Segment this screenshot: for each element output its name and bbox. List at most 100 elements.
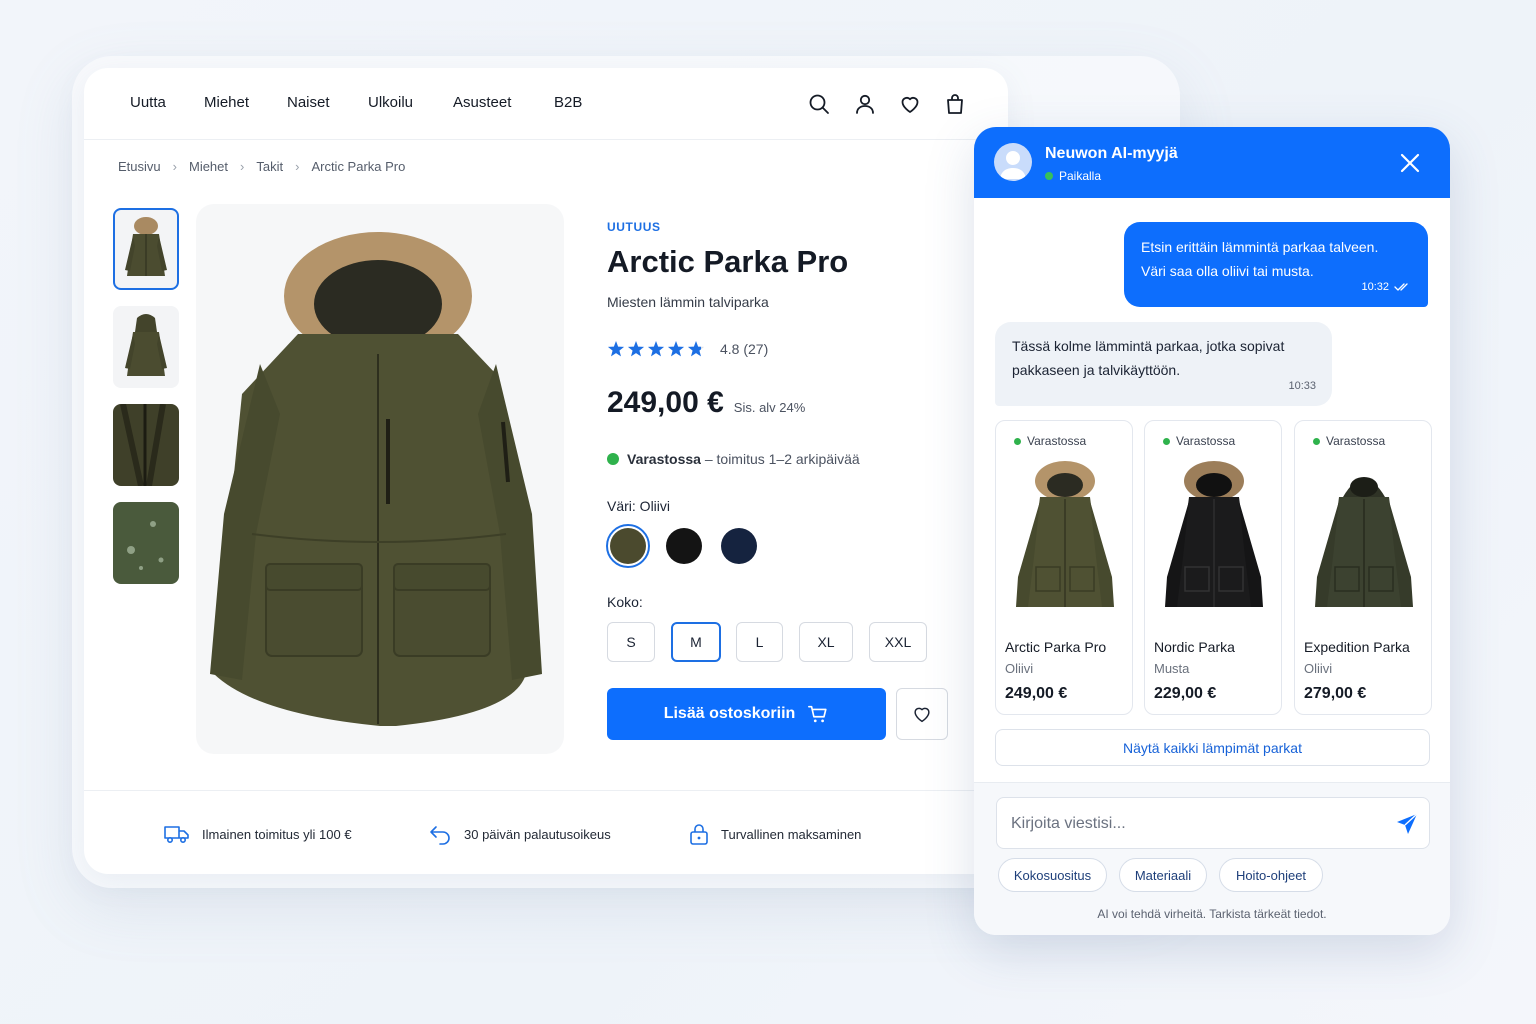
- product-title: Arctic Parka Pro: [607, 244, 849, 279]
- nav-item-naiset[interactable]: Naiset: [287, 94, 330, 111]
- in-stock-dot-icon: [1313, 437, 1320, 445]
- product-card-color: Oliivi: [1304, 661, 1333, 676]
- product-card-image: [1165, 461, 1263, 607]
- star-icon: [607, 341, 625, 357]
- product-card-price: 279,00 €: [1304, 685, 1367, 702]
- product-subtitle: Miesten lämmin talviparka: [607, 294, 769, 310]
- stock-status: Varastossa – toimitus 1–2 arkipäivää: [607, 451, 860, 467]
- color-swatch-black[interactable]: [666, 528, 702, 564]
- suggestion-chip-care-instructions[interactable]: Hoito-ohjeet: [1219, 858, 1323, 892]
- assistant-message-time: 10:33: [1288, 380, 1316, 392]
- chat-title: Neuwon AI-myyjä: [1045, 145, 1178, 162]
- product-card-color: Oliivi: [1005, 661, 1034, 676]
- product-main-image: [196, 204, 564, 754]
- feature-bar: Ilmainen toimitus yli 100 € 30 päivän pa…: [84, 790, 1008, 874]
- nav-item-b2b[interactable]: B2B: [554, 94, 582, 111]
- close-icon[interactable]: [1398, 151, 1422, 175]
- user-message-line-1: Etsin erittäin lämmintä parkaa talveen.: [1141, 239, 1379, 255]
- star-icon: [667, 341, 685, 357]
- send-icon[interactable]: [1395, 812, 1419, 836]
- ai-disclaimer: AI voi tehdä virheitä. Tarkista tärkeät …: [1097, 907, 1327, 921]
- product-card-arctic-parka-pro[interactable]: Varastossa Arctic Parka Pro Oliivi 249,0…: [995, 420, 1133, 715]
- chat-status: Paikalla: [1045, 169, 1101, 183]
- feature-returns: 30 päivän palautusoikeus: [428, 823, 611, 845]
- truck-icon: [164, 826, 189, 844]
- user-message-meta: 10:32: [1361, 275, 1412, 299]
- product-card-stock: Varastossa: [1313, 434, 1385, 448]
- thumbnail-back[interactable]: [113, 306, 179, 388]
- user-message-time: 10:32: [1361, 281, 1389, 293]
- breadcrumb-miehet[interactable]: Miehet: [189, 159, 228, 174]
- color-swatch-olive[interactable]: [610, 528, 646, 564]
- feature-returns-label: 30 päivän palautusoikeus: [464, 826, 611, 842]
- cart-icon: [808, 705, 827, 723]
- delivery-text: – toimitus 1–2 arkipäivää: [704, 451, 860, 467]
- stock-label: Varastossa: [627, 451, 701, 467]
- product-card-price: 249,00 €: [1005, 685, 1068, 702]
- chevron-right-icon: ›: [172, 159, 177, 174]
- product-page: Uutta Miehet Naiset Ulkoilu Asusteet B2B…: [84, 68, 1008, 874]
- product-card-image: [1315, 477, 1413, 607]
- nav-item-ulkoilu[interactable]: Ulkoilu: [368, 94, 413, 111]
- chevron-right-icon: ›: [240, 159, 245, 174]
- return-arrow-icon: [430, 826, 450, 845]
- size-option-l[interactable]: L: [736, 622, 783, 662]
- color-label: Väri: Oliivi: [607, 498, 671, 514]
- show-all-parkas-button[interactable]: Näytä kaikki lämpimät parkat: [995, 729, 1430, 766]
- product-card-name: Arctic Parka Pro: [1005, 639, 1107, 655]
- lock-icon: [690, 824, 708, 845]
- thumbnail-front[interactable]: [113, 208, 179, 290]
- star-icon: [647, 341, 665, 357]
- search-icon[interactable]: [807, 92, 831, 116]
- chevron-right-icon: ›: [295, 159, 300, 174]
- rating-stars: [607, 341, 705, 357]
- suggestion-chip-material[interactable]: Materiaali: [1119, 858, 1207, 892]
- vat-note: Sis. alv 24%: [733, 400, 806, 415]
- add-to-wishlist-button[interactable]: [896, 688, 948, 740]
- product-card-stock: Varastossa: [1014, 434, 1086, 448]
- add-to-cart-label: Lisää ostoskoriin: [663, 705, 796, 722]
- feature-free-shipping: Ilmainen toimitus yli 100 €: [164, 823, 352, 845]
- thumbnail-fabric-detail[interactable]: [113, 502, 179, 584]
- in-stock-dot-icon: [607, 453, 619, 465]
- feature-free-shipping-label: Ilmainen toimitus yli 100 €: [202, 826, 352, 842]
- assistant-message: Tässä kolme lämmintä parkaa, jotka sopiv…: [995, 322, 1332, 406]
- nav-item-miehet[interactable]: Miehet: [204, 94, 249, 111]
- add-to-cart-button[interactable]: Lisää ostoskoriin: [607, 688, 886, 740]
- chat-input-box: [996, 797, 1430, 849]
- heart-icon[interactable]: [898, 92, 922, 116]
- product-card-color: Musta: [1154, 661, 1190, 676]
- color-swatch-navy[interactable]: [721, 528, 757, 564]
- nav-item-asusteet[interactable]: Asusteet: [453, 94, 511, 111]
- breadcrumb-current: Arctic Parka Pro: [311, 159, 406, 174]
- double-check-icon: [1394, 283, 1408, 291]
- online-dot-icon: [1045, 172, 1053, 180]
- chat-header: Neuwon AI-myyjä Paikalla: [974, 127, 1450, 198]
- product-card-name: Nordic Parka: [1154, 639, 1235, 655]
- breadcrumb-takit[interactable]: Takit: [256, 159, 283, 174]
- size-option-m[interactable]: M: [671, 622, 721, 662]
- breadcrumb-etusivu[interactable]: Etusivu: [118, 159, 161, 174]
- nav-item-uutta[interactable]: Uutta: [130, 94, 166, 111]
- assistant-avatar: [994, 143, 1032, 181]
- user-icon[interactable]: [853, 92, 877, 116]
- ai-sales-chat: Neuwon AI-myyjä Paikalla Etsin erittäin …: [974, 127, 1450, 935]
- chat-status-label: Paikalla: [1059, 169, 1102, 183]
- product-card-stock-label: Varastossa: [1326, 434, 1386, 448]
- size-option-xl[interactable]: XL: [799, 622, 853, 662]
- shopping-bag-icon[interactable]: [943, 92, 967, 116]
- thumbnail-zipper-detail[interactable]: [113, 404, 179, 486]
- star-icon: [687, 341, 705, 357]
- product-rating[interactable]: 4.8 (27): [607, 340, 768, 358]
- user-message: Etsin erittäin lämmintä parkaa talveen. …: [1124, 222, 1428, 307]
- product-card-stock-label: Varastossa: [1027, 434, 1087, 448]
- top-navigation: Uutta Miehet Naiset Ulkoilu Asusteet B2B: [84, 68, 1008, 140]
- product-card-price: 229,00 €: [1154, 685, 1217, 702]
- product-price: 249,00 €: [607, 386, 724, 419]
- suggestion-chip-size-advice[interactable]: Kokosuositus: [998, 858, 1107, 892]
- size-option-s[interactable]: S: [607, 622, 655, 662]
- product-card-nordic-parka[interactable]: Varastossa Nordic Parka Musta 229,00 €: [1144, 420, 1282, 715]
- size-option-xxl[interactable]: XXL: [869, 622, 927, 662]
- product-card-expedition-parka[interactable]: Varastossa Expedition Parka Oliivi 279,0…: [1294, 420, 1432, 715]
- chat-message-input[interactable]: [1011, 810, 1381, 838]
